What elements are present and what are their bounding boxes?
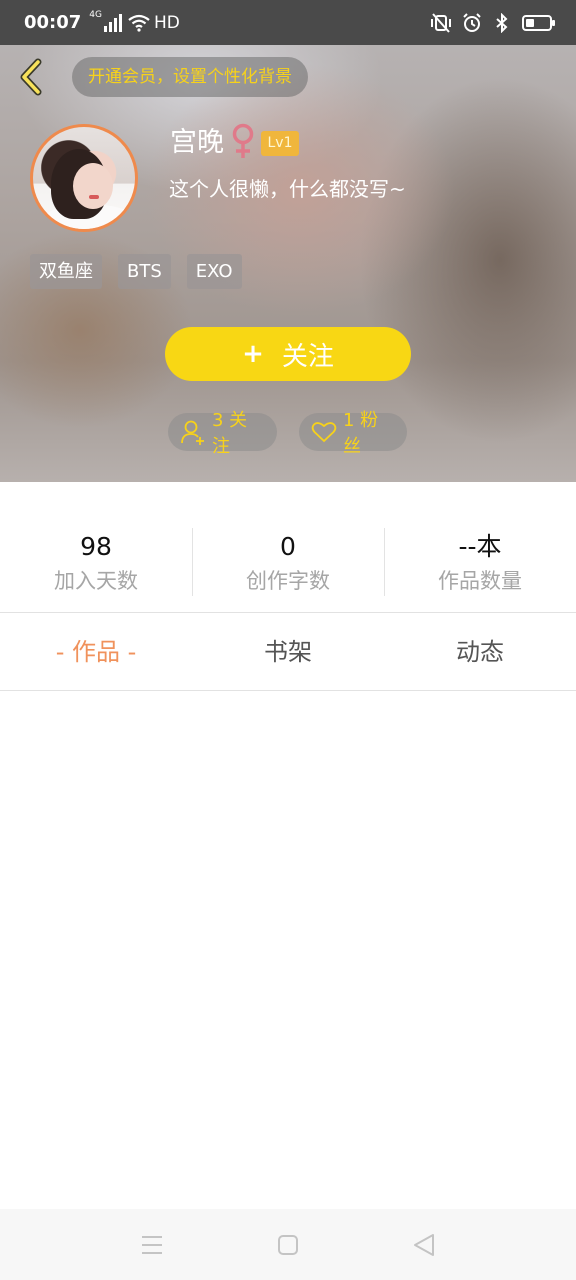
stat-label: 作品数量 xyxy=(438,569,522,593)
heart-icon xyxy=(311,422,337,443)
stat-value: --本 xyxy=(458,532,502,561)
tag-item: EXO xyxy=(186,254,242,289)
tab-activity[interactable]: 动态 xyxy=(384,614,576,690)
signal-icon xyxy=(104,13,122,32)
system-nav-bar xyxy=(0,1209,576,1280)
network-type: 4G xyxy=(89,10,102,20)
divider xyxy=(0,690,576,691)
back-chevron-icon[interactable] xyxy=(14,56,50,98)
username: 宫晚 xyxy=(170,127,224,158)
battery-icon xyxy=(522,14,555,31)
fans-count-button[interactable]: 1 粉丝 xyxy=(299,410,407,457)
divider xyxy=(0,612,576,613)
fans-count: 1 粉丝 xyxy=(343,410,379,457)
status-time: 00:07 xyxy=(24,12,82,33)
level-badge: Lv1 xyxy=(261,131,299,156)
plus-icon: + xyxy=(242,339,264,369)
bluetooth-icon xyxy=(496,12,508,33)
vip-background-button[interactable]: 开通会员，设置个性化背景 xyxy=(72,57,308,97)
stat-works-count: --本 作品数量 xyxy=(384,528,576,598)
status-bar: 00:07 4G HD xyxy=(0,0,576,45)
back-icon[interactable] xyxy=(411,1232,437,1258)
stat-word-count: 0 创作字数 xyxy=(192,528,384,598)
hd-indicator: HD xyxy=(154,12,180,33)
tag-item: BTS xyxy=(118,254,171,289)
stat-label: 创作字数 xyxy=(246,569,330,593)
mute-vibrate-icon xyxy=(431,12,451,33)
menu-icon[interactable] xyxy=(139,1232,165,1258)
avatar[interactable] xyxy=(30,124,138,232)
tag-list: 双鱼座 BTS EXO xyxy=(30,254,242,289)
user-bio: 这个人很懒，什么都没写~ xyxy=(169,177,406,201)
profile-stats: 98 加入天数 0 创作字数 --本 作品数量 xyxy=(0,528,576,598)
home-icon[interactable] xyxy=(275,1232,301,1258)
stat-value: 98 xyxy=(80,532,112,561)
stat-value: 0 xyxy=(280,532,296,561)
profile-tabs: - 作品 - 书架 动态 xyxy=(0,614,576,690)
wifi-icon xyxy=(128,14,150,32)
following-count-button[interactable]: 3 关注 xyxy=(168,410,277,457)
alarm-icon xyxy=(463,12,481,32)
tag-item: 双鱼座 xyxy=(30,254,102,289)
tab-bookshelf[interactable]: 书架 xyxy=(192,614,384,690)
stat-label: 加入天数 xyxy=(54,569,138,593)
stat-join-days: 98 加入天数 xyxy=(0,528,192,598)
female-icon xyxy=(232,123,254,158)
tab-works[interactable]: - 作品 - xyxy=(0,614,192,690)
follow-button[interactable]: + 关注 xyxy=(165,327,411,381)
user-add-icon xyxy=(181,420,204,445)
following-count: 3 关注 xyxy=(212,410,248,457)
follow-button-label: 关注 xyxy=(281,341,334,372)
